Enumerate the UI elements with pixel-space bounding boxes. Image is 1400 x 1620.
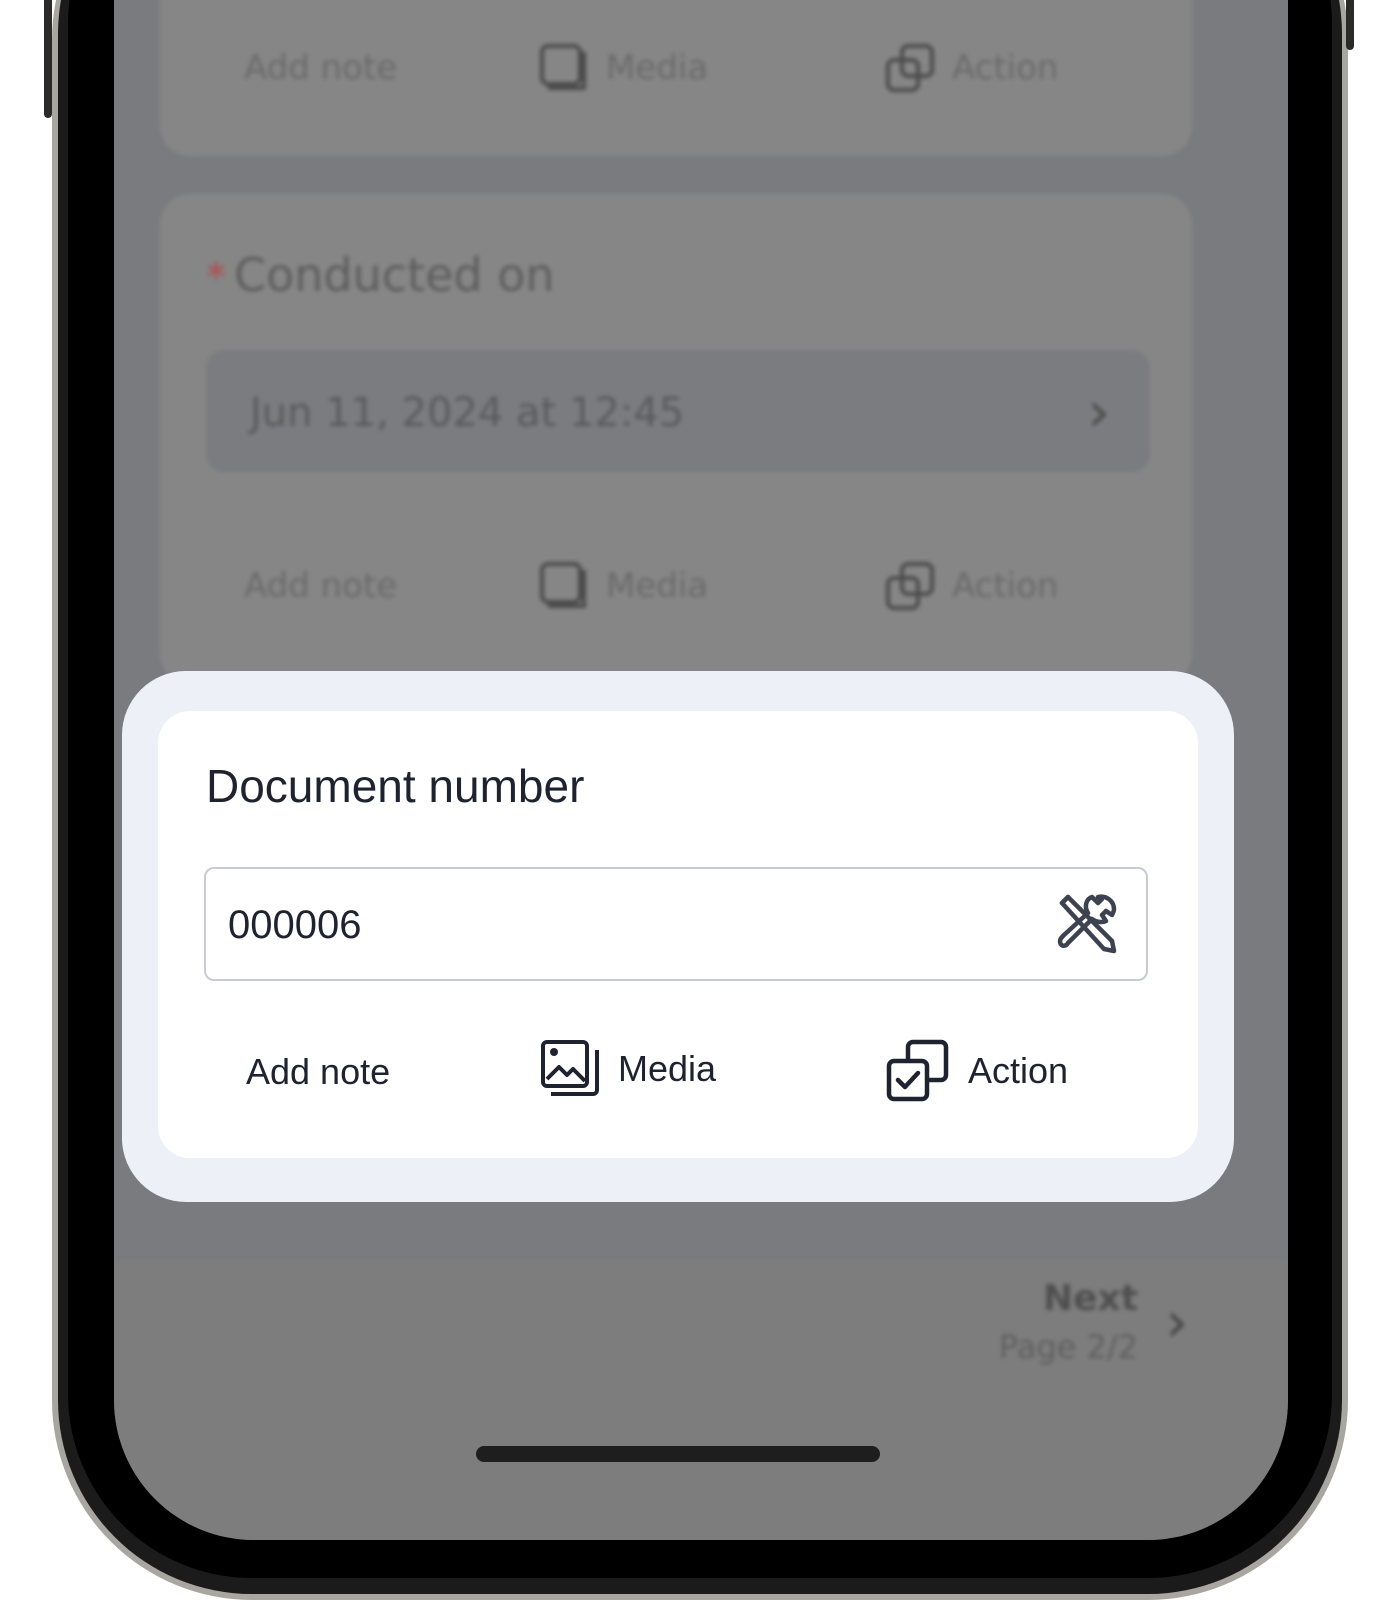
bg-action-button[interactable]: Action: [884, 42, 1058, 94]
background-top-actions: Add note Media Action: [244, 38, 1124, 98]
conducted-on-label: * Conducted on: [206, 248, 555, 302]
side-button-right: [1346, 0, 1354, 50]
next-page-button-label[interactable]: Next: [1043, 1278, 1138, 1319]
bg-media-button-2[interactable]: Media: [538, 560, 708, 612]
page-indicator: Page 2/2: [998, 1328, 1138, 1366]
chevron-right-icon: ›: [1087, 380, 1110, 445]
conducted-on-date-field[interactable]: Jun 11, 2024 at 12:45 ›: [206, 350, 1150, 472]
tools-icon[interactable]: [1054, 889, 1124, 959]
bg-add-note-button-2[interactable]: Add note: [244, 566, 397, 606]
image-icon: [541, 1040, 599, 1096]
document-number-title: Document number: [206, 760, 585, 812]
add-note-button[interactable]: Add note: [246, 1051, 390, 1093]
bg-action-button-2[interactable]: Action: [884, 560, 1058, 612]
side-button-left: [44, 0, 52, 118]
action-checkbox-icon: [886, 1039, 949, 1102]
document-number-value: 000006: [228, 903, 362, 947]
background-conducted-actions: Add note Media Action: [244, 556, 1124, 616]
image-icon: [540, 562, 586, 608]
next-chevron-icon[interactable]: ›: [1166, 1290, 1188, 1355]
card-actions-row: Add note Media Action: [158, 1029, 1198, 1119]
document-number-card: Document number 000006 Add note Media Ac…: [158, 711, 1198, 1158]
bg-add-note-button[interactable]: Add note: [244, 48, 397, 88]
action-checkbox-icon: [886, 44, 934, 92]
action-checkbox-icon: [886, 562, 934, 610]
image-icon: [540, 44, 586, 90]
bg-media-button[interactable]: Media: [538, 42, 708, 94]
home-indicator: [476, 1446, 880, 1462]
document-number-input[interactable]: 000006: [204, 867, 1148, 981]
media-button[interactable]: Media: [540, 1039, 716, 1099]
action-button[interactable]: Action: [886, 1039, 1068, 1103]
